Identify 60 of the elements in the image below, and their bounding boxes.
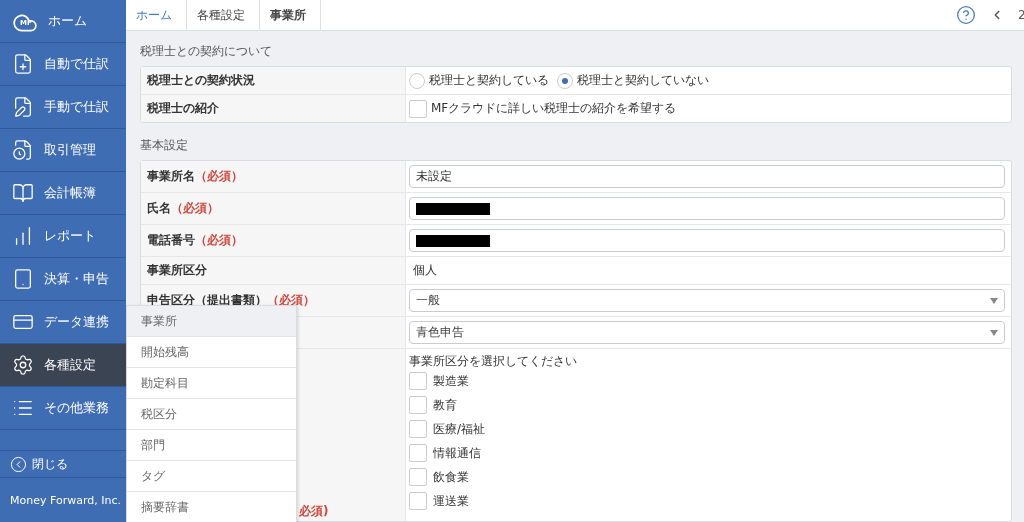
- menu-item[interactable]: 部門: [127, 430, 296, 461]
- text-field[interactable]: 未設定: [409, 165, 1005, 188]
- checkbox-label: 医療/福祉: [433, 420, 486, 438]
- checkbox-label: 運送業: [433, 492, 469, 510]
- checkbox-label: 情報通信: [433, 444, 481, 462]
- checkbox[interactable]: [409, 396, 427, 414]
- required-mark: （必須）: [195, 168, 243, 185]
- text-field[interactable]: [409, 197, 1005, 220]
- chevron-circle-icon: [10, 455, 27, 473]
- checkbox[interactable]: [409, 468, 427, 486]
- checkbox[interactable]: [409, 420, 427, 438]
- radio-label: 税理士と契約していない: [577, 72, 709, 89]
- checkbox[interactable]: [409, 372, 427, 390]
- breadcrumb-link[interactable]: 各種設定: [187, 0, 260, 30]
- required-mark: （必須）: [171, 200, 219, 217]
- page-number: 2: [1018, 8, 1024, 22]
- text-field[interactable]: [409, 229, 1005, 252]
- file-clock-icon: [12, 139, 34, 161]
- select-field[interactable]: 一般: [409, 289, 1005, 312]
- section-title: 基本設定: [140, 137, 189, 154]
- radio-label: 税理士と契約している: [429, 72, 549, 89]
- menu-item[interactable]: 勘定科目: [127, 368, 296, 399]
- prompt-text: 事業所区分を選択してください: [409, 353, 578, 370]
- field-label: 事業所名: [147, 168, 195, 185]
- checkbox[interactable]: [409, 444, 427, 462]
- dropdown-arrow-icon: [990, 297, 998, 304]
- menu-item[interactable]: 事業所: [127, 306, 296, 337]
- checkbox[interactable]: [409, 492, 427, 510]
- menu-item[interactable]: タグ: [127, 461, 296, 492]
- required-mark: （必須）: [195, 232, 243, 249]
- book-icon: [12, 182, 34, 204]
- breadcrumb-link[interactable]: 事業所: [260, 0, 321, 30]
- menu-item[interactable]: 開始残高: [127, 337, 296, 368]
- field-label: 事業所区分: [147, 262, 207, 279]
- field-value: 個人: [412, 262, 437, 279]
- field-label: 税理士との契約状況: [147, 72, 255, 89]
- tablet-icon: [12, 268, 34, 290]
- field-label: 氏名: [147, 200, 171, 217]
- company-name: Money Forward, Inc.: [10, 493, 121, 507]
- menu-item[interactable]: 税区分: [127, 399, 296, 430]
- field-label: 電話番号: [147, 232, 195, 249]
- dropdown-arrow-icon: [990, 329, 998, 336]
- checkbox-label: 製造業: [433, 372, 469, 390]
- menu-item[interactable]: 摘要辞書: [127, 492, 296, 522]
- settings-icon: [12, 354, 34, 376]
- checkbox[interactable]: [409, 99, 427, 118]
- sidebar-item[interactable]: 各種設定: [0, 344, 126, 387]
- file-plus-icon: [12, 53, 34, 75]
- radio-button[interactable]: [409, 72, 425, 89]
- required-mark: 必須): [299, 503, 329, 520]
- radio-button[interactable]: [557, 72, 573, 89]
- checkbox-label: 飲食業: [433, 468, 469, 486]
- select-field[interactable]: 青色申告: [409, 321, 1005, 344]
- checkbox-label: 教育: [433, 396, 457, 414]
- breadcrumb-link[interactable]: ホーム: [126, 0, 187, 30]
- file-edit-icon: [12, 96, 34, 118]
- help-icon[interactable]: [956, 5, 976, 25]
- checkbox-label: MFクラウドに詳しい税理士の紹介を希望する: [431, 100, 677, 117]
- section-title: 税理士との契約について: [140, 43, 273, 60]
- field-label: 税理士の紹介: [147, 100, 219, 117]
